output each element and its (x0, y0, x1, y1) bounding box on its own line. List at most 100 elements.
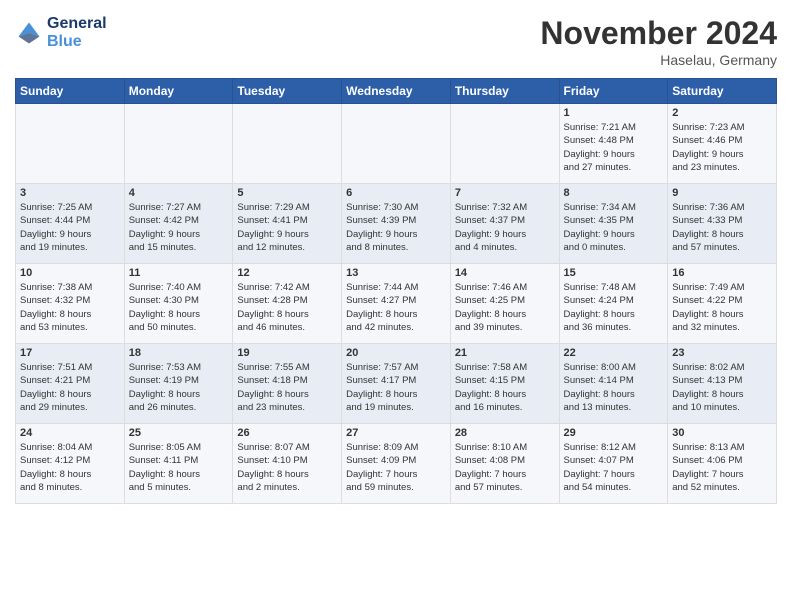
calendar-row-2: 10Sunrise: 7:38 AM Sunset: 4:32 PM Dayli… (16, 264, 777, 344)
location: Haselau, Germany (540, 52, 777, 68)
day-info: Sunrise: 8:13 AM Sunset: 4:06 PM Dayligh… (672, 441, 772, 494)
calendar-cell: 24Sunrise: 8:04 AM Sunset: 4:12 PM Dayli… (16, 424, 125, 504)
logo-text-line2: Blue (47, 33, 107, 51)
day-number: 21 (455, 347, 555, 359)
calendar-header: Sunday Monday Tuesday Wednesday Thursday… (16, 79, 777, 104)
calendar-cell: 15 Sunrise: 7:48 AM Sunset: 4:24 PM Dayli… (559, 264, 668, 344)
day-number: 6 (346, 187, 446, 199)
day-info: Sunrise: 8:07 AM Sunset: 4:10 PM Dayligh… (237, 441, 337, 494)
day-number: 13 (346, 267, 446, 279)
day-info: Sunrise: 7:40 AM Sunset: 4:30 PM Dayligh… (129, 281, 229, 334)
calendar-cell: 11 Sunrise: 7:40 AM Sunset: 4:30 PM Dayli… (124, 264, 233, 344)
calendar-cell: 10Sunrise: 7:38 AM Sunset: 4:32 PM Dayli… (16, 264, 125, 344)
day-info: Sunrise: 7:36 AM Sunset: 4:33 PM Dayligh… (672, 201, 772, 254)
day-number: 11 (129, 267, 229, 279)
calendar-cell: 17 Sunrise: 7:51 AM Sunset: 4:21 PM Dayli… (16, 344, 125, 424)
month-title: November 2024 (540, 15, 777, 52)
calendar-cell: 5 Sunrise: 7:29 AM Sunset: 4:41 PM Daylig… (233, 184, 342, 264)
day-number: 29 (564, 427, 664, 439)
day-info: Sunrise: 7:42 AM Sunset: 4:28 PM Dayligh… (237, 281, 337, 334)
day-info: Sunrise: 7:51 AM Sunset: 4:21 PM Dayligh… (20, 361, 120, 414)
header-sunday: Sunday (16, 79, 125, 104)
calendar-row-0: 1 Sunrise: 7:21 AM Sunset: 4:48 PM Daylig… (16, 104, 777, 184)
header-friday: Friday (559, 79, 668, 104)
day-number: 30 (672, 427, 772, 439)
day-info: Sunrise: 7:30 AM Sunset: 4:39 PM Dayligh… (346, 201, 446, 254)
calendar-cell: 19 Sunrise: 7:55 AM Sunset: 4:18 PM Dayli… (233, 344, 342, 424)
day-info: Sunrise: 7:23 AM Sunset: 4:46 PM Dayligh… (672, 121, 772, 174)
calendar-cell: 8 Sunrise: 7:34 AM Sunset: 4:35 PM Daylig… (559, 184, 668, 264)
calendar-cell: 14 Sunrise: 7:46 AM Sunset: 4:25 PM Dayli… (450, 264, 559, 344)
calendar-cell: 1 Sunrise: 7:21 AM Sunset: 4:48 PM Daylig… (559, 104, 668, 184)
calendar-table: Sunday Monday Tuesday Wednesday Thursday… (15, 78, 777, 504)
day-number: 1 (564, 107, 664, 119)
calendar-body: 1 Sunrise: 7:21 AM Sunset: 4:48 PM Daylig… (16, 104, 777, 504)
calendar-cell: 20Sunrise: 7:57 AM Sunset: 4:17 PM Dayli… (342, 344, 451, 424)
day-number: 23 (672, 347, 772, 359)
day-number: 15 (564, 267, 664, 279)
day-number: 9 (672, 187, 772, 199)
calendar-cell: 16Sunrise: 7:49 AM Sunset: 4:22 PM Dayli… (668, 264, 777, 344)
calendar-cell (342, 104, 451, 184)
calendar-cell: 9 Sunrise: 7:36 AM Sunset: 4:33 PM Daylig… (668, 184, 777, 264)
day-info: Sunrise: 7:32 AM Sunset: 4:37 PM Dayligh… (455, 201, 555, 254)
calendar-cell: 18 Sunrise: 7:53 AM Sunset: 4:19 PM Dayli… (124, 344, 233, 424)
day-number: 2 (672, 107, 772, 119)
calendar-cell (450, 104, 559, 184)
day-info: Sunrise: 7:57 AM Sunset: 4:17 PM Dayligh… (346, 361, 446, 414)
day-info: Sunrise: 7:48 AM Sunset: 4:24 PM Dayligh… (564, 281, 664, 334)
day-info: Sunrise: 8:00 AM Sunset: 4:14 PM Dayligh… (564, 361, 664, 414)
logo-icon (15, 19, 43, 47)
day-number: 5 (237, 187, 337, 199)
day-info: Sunrise: 7:34 AM Sunset: 4:35 PM Dayligh… (564, 201, 664, 254)
calendar-cell: 21Sunrise: 7:58 AM Sunset: 4:15 PM Dayli… (450, 344, 559, 424)
day-number: 19 (237, 347, 337, 359)
day-info: Sunrise: 8:12 AM Sunset: 4:07 PM Dayligh… (564, 441, 664, 494)
calendar-cell: 6 Sunrise: 7:30 AM Sunset: 4:39 PM Daylig… (342, 184, 451, 264)
day-info: Sunrise: 7:49 AM Sunset: 4:22 PM Dayligh… (672, 281, 772, 334)
day-info: Sunrise: 7:38 AM Sunset: 4:32 PM Dayligh… (20, 281, 120, 334)
day-number: 3 (20, 187, 120, 199)
day-number: 14 (455, 267, 555, 279)
day-number: 24 (20, 427, 120, 439)
header-tuesday: Tuesday (233, 79, 342, 104)
header-row: Sunday Monday Tuesday Wednesday Thursday… (16, 79, 777, 104)
day-number: 18 (129, 347, 229, 359)
calendar-row-3: 17 Sunrise: 7:51 AM Sunset: 4:21 PM Dayli… (16, 344, 777, 424)
day-number: 28 (455, 427, 555, 439)
day-info: Sunrise: 7:53 AM Sunset: 4:19 PM Dayligh… (129, 361, 229, 414)
day-number: 26 (237, 427, 337, 439)
calendar-row-4: 24Sunrise: 8:04 AM Sunset: 4:12 PM Dayli… (16, 424, 777, 504)
day-info: Sunrise: 7:29 AM Sunset: 4:41 PM Dayligh… (237, 201, 337, 254)
calendar-cell: 7 Sunrise: 7:32 AM Sunset: 4:37 PM Daylig… (450, 184, 559, 264)
day-info: Sunrise: 7:55 AM Sunset: 4:18 PM Dayligh… (237, 361, 337, 414)
calendar-cell (124, 104, 233, 184)
day-number: 12 (237, 267, 337, 279)
header-thursday: Thursday (450, 79, 559, 104)
calendar-cell (16, 104, 125, 184)
day-number: 7 (455, 187, 555, 199)
calendar-cell (233, 104, 342, 184)
header: General Blue November 2024 Haselau, Germ… (15, 15, 777, 68)
day-info: Sunrise: 7:25 AM Sunset: 4:44 PM Dayligh… (20, 201, 120, 254)
header-wednesday: Wednesday (342, 79, 451, 104)
calendar-cell: 12 Sunrise: 7:42 AM Sunset: 4:28 PM Dayli… (233, 264, 342, 344)
logo-text-line1: General (47, 15, 107, 33)
calendar-cell: 25Sunrise: 8:05 AM Sunset: 4:11 PM Dayli… (124, 424, 233, 504)
header-saturday: Saturday (668, 79, 777, 104)
calendar-cell: 4Sunrise: 7:27 AM Sunset: 4:42 PM Daylig… (124, 184, 233, 264)
logo: General Blue (15, 15, 107, 50)
calendar-cell: 2 Sunrise: 7:23 AM Sunset: 4:46 PM Daylig… (668, 104, 777, 184)
day-info: Sunrise: 8:09 AM Sunset: 4:09 PM Dayligh… (346, 441, 446, 494)
calendar-cell: 23 Sunrise: 8:02 AM Sunset: 4:13 PM Dayli… (668, 344, 777, 424)
page-container: General Blue November 2024 Haselau, Germ… (0, 0, 792, 514)
day-info: Sunrise: 7:46 AM Sunset: 4:25 PM Dayligh… (455, 281, 555, 334)
day-info: Sunrise: 8:02 AM Sunset: 4:13 PM Dayligh… (672, 361, 772, 414)
day-info: Sunrise: 7:27 AM Sunset: 4:42 PM Dayligh… (129, 201, 229, 254)
day-info: Sunrise: 7:21 AM Sunset: 4:48 PM Dayligh… (564, 121, 664, 174)
day-info: Sunrise: 8:10 AM Sunset: 4:08 PM Dayligh… (455, 441, 555, 494)
day-number: 17 (20, 347, 120, 359)
calendar-cell: 3 Sunrise: 7:25 AM Sunset: 4:44 PM Daylig… (16, 184, 125, 264)
day-number: 8 (564, 187, 664, 199)
title-section: November 2024 Haselau, Germany (540, 15, 777, 68)
